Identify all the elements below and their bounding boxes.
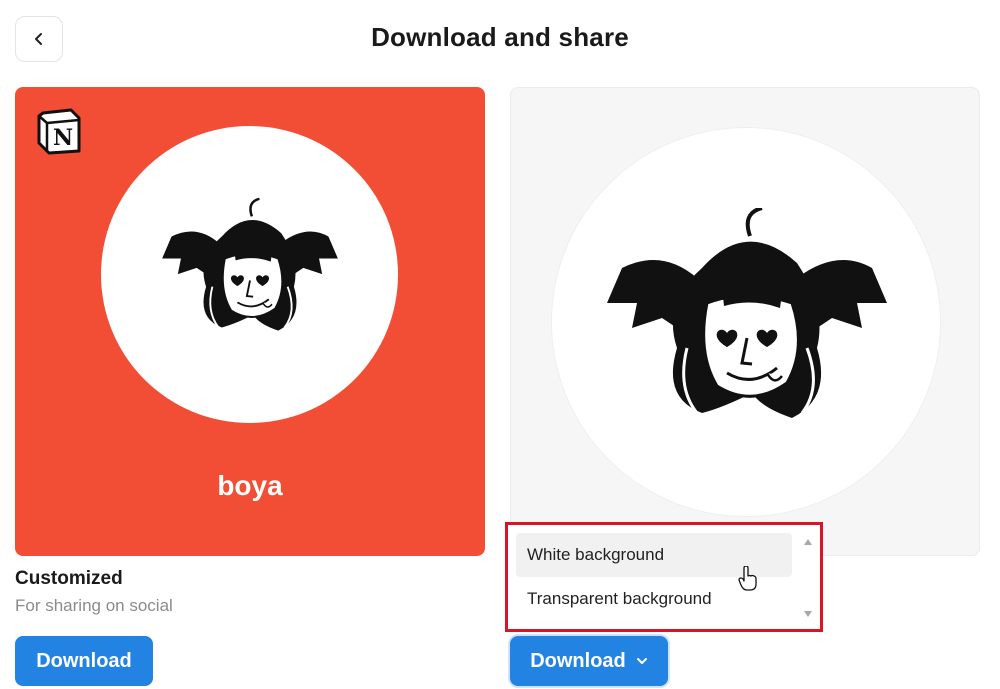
dropdown-scrollbar[interactable]: [802, 535, 814, 621]
option-subtitle: For sharing on social: [15, 596, 173, 615]
download-label: Download: [36, 649, 132, 672]
avatar-illustration: [162, 197, 338, 331]
avatar-circle-large: [551, 127, 941, 517]
customized-preview-card: N boya: [15, 87, 485, 556]
svg-text:N: N: [53, 125, 73, 151]
notion-logo-icon: N: [37, 108, 81, 155]
plain-preview-card: [510, 87, 980, 556]
page-title: Download and share: [371, 22, 629, 52]
card-username: boya: [217, 470, 283, 501]
scroll-up-icon[interactable]: [804, 539, 812, 545]
download-label: Download: [530, 649, 626, 672]
avatar-circle: [101, 126, 398, 423]
option-title: Customized: [15, 568, 123, 589]
background-dropdown: White background Transparent background: [505, 522, 823, 632]
download-customized-button[interactable]: Download: [15, 636, 153, 686]
hand-cursor-icon: [738, 566, 757, 591]
download-plain-button[interactable]: Download: [510, 636, 668, 686]
scroll-down-icon[interactable]: [804, 611, 812, 617]
avatar-illustration-large: [607, 208, 887, 418]
chevron-down-icon: [636, 658, 647, 664]
